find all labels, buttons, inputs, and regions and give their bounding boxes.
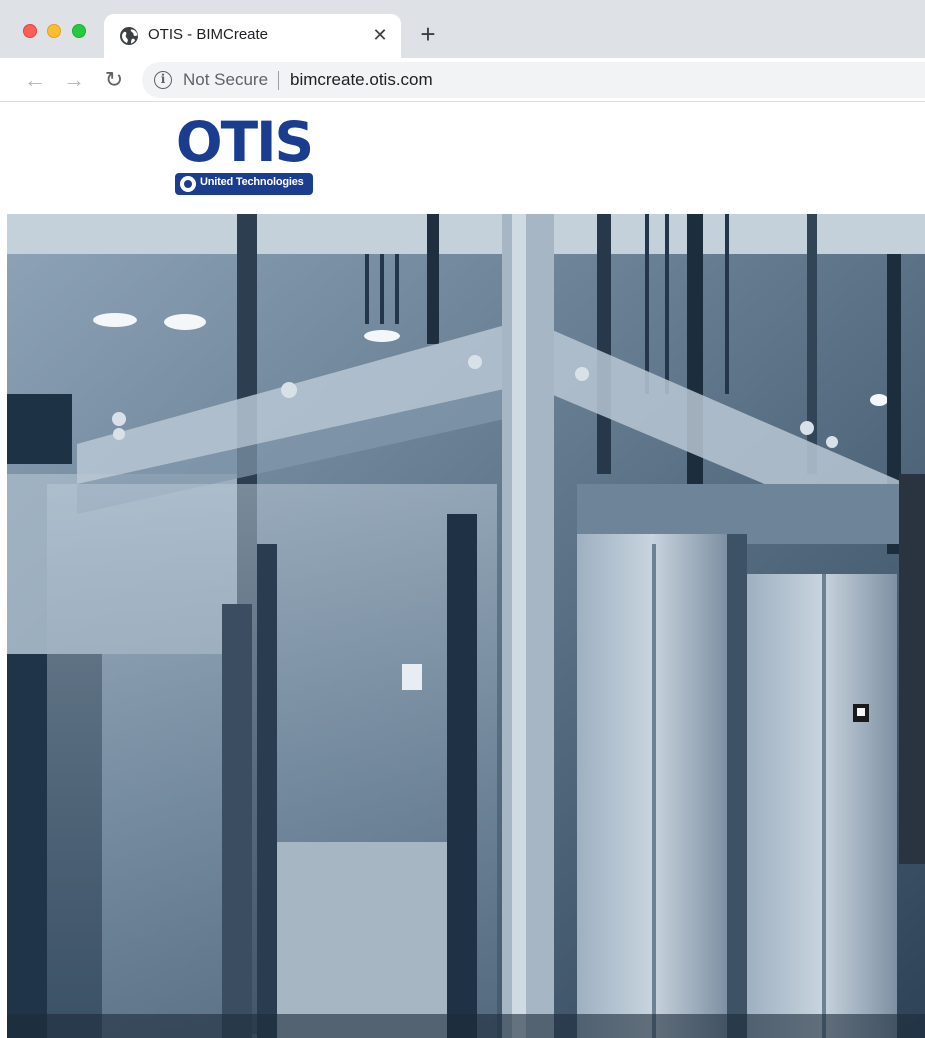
back-arrow-icon[interactable]: ←	[21, 66, 49, 94]
browser-toolbar: ← → ↻ i Not Secure bimcreate.otis.com	[0, 58, 925, 102]
page-left-gutter	[0, 102, 7, 1038]
otis-logo[interactable]: OTIS United Technologies	[173, 111, 315, 197]
close-window-button[interactable]	[23, 24, 37, 38]
minimize-window-button[interactable]	[47, 24, 61, 38]
hero-banner-image	[7, 214, 925, 1038]
info-icon[interactable]: i	[154, 71, 172, 89]
logo-tagline-bar: United Technologies	[175, 173, 313, 195]
logo-tagline: United Technologies	[200, 176, 304, 188]
address-bar[interactable]: i Not Secure bimcreate.otis.com	[142, 62, 925, 98]
tab-close-icon[interactable]: ✕	[366, 21, 394, 49]
elevator-photo	[7, 214, 925, 1038]
united-technologies-mark-icon	[180, 176, 196, 192]
browser-window: OTIS - BIMCreate ✕ + ← → ↻ i Not Secure …	[0, 0, 925, 1038]
tab-otis-bimcreate[interactable]: OTIS - BIMCreate ✕	[104, 14, 401, 58]
url-text[interactable]: bimcreate.otis.com	[290, 70, 433, 90]
zoom-window-button[interactable]	[72, 24, 86, 38]
address-bar-divider	[278, 71, 279, 90]
reload-icon[interactable]: ↻	[100, 66, 128, 94]
new-tab-button[interactable]: +	[414, 20, 442, 48]
tab-strip: OTIS - BIMCreate ✕ +	[0, 0, 925, 58]
globe-icon	[120, 27, 138, 45]
security-status-label[interactable]: Not Secure	[183, 70, 268, 90]
logo-wordmark: OTIS	[175, 110, 314, 174]
forward-arrow-icon[interactable]: →	[60, 66, 88, 94]
web-page: OTIS United Technologies	[0, 102, 925, 1038]
tab-title: OTIS - BIMCreate	[148, 26, 269, 43]
site-header: OTIS United Technologies	[7, 102, 925, 214]
